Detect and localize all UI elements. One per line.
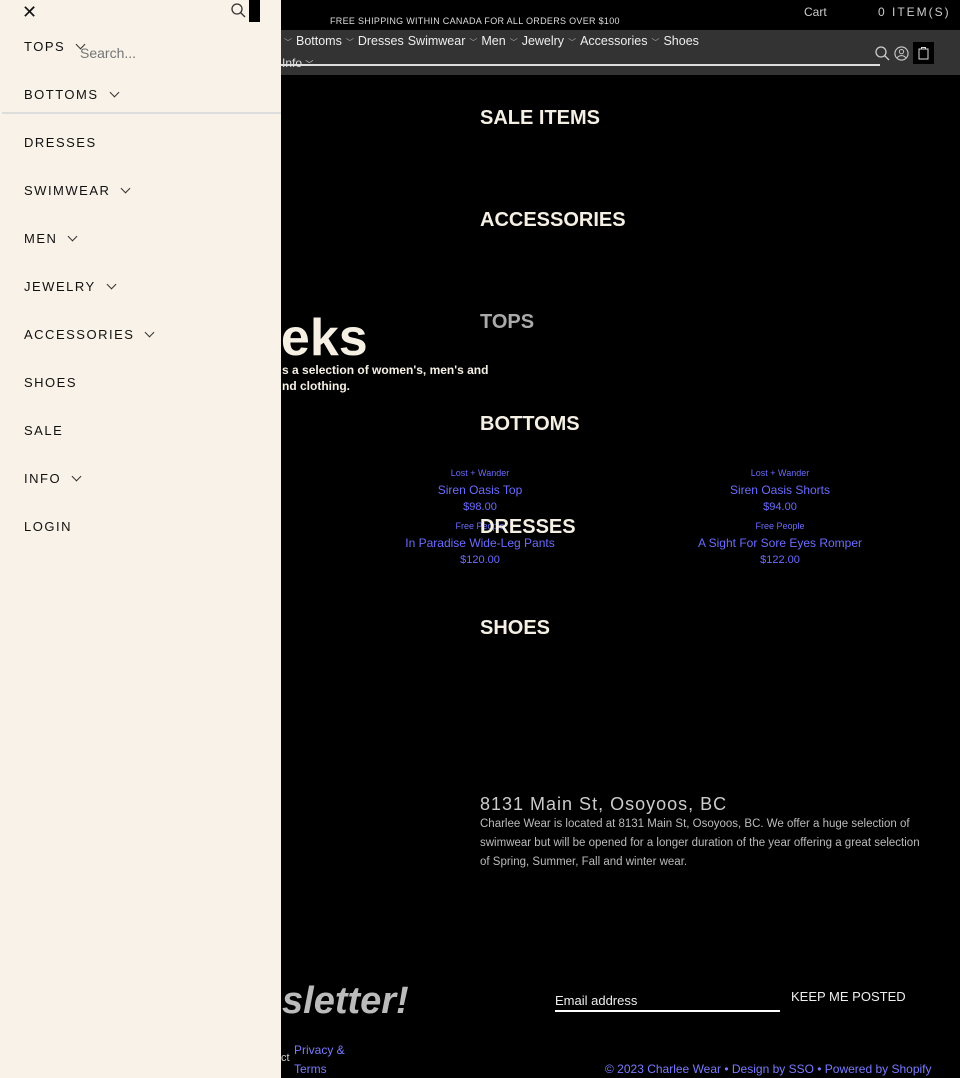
nav-info[interactable]: Info ﹀ — [282, 56, 313, 70]
nav-jewelry[interactable]: Jewelry — [522, 34, 564, 48]
menu-item-label: MEN — [24, 231, 58, 246]
search-icon[interactable] — [230, 2, 246, 23]
divider — [2, 112, 281, 114]
category-bottoms[interactable]: BOTTOMS — [480, 413, 580, 436]
chevron-down-icon: ﹀ — [651, 38, 660, 47]
menu-item-men[interactable]: MEN — [24, 231, 78, 246]
menu-item-login[interactable]: LOGIN — [24, 519, 72, 534]
menu-item-label: ACCESSORIES — [24, 327, 135, 342]
menu-item-label: JEWELRY — [24, 279, 96, 294]
privacy-link[interactable]: Privacy & Terms — [294, 1043, 345, 1076]
nav-accessories[interactable]: Accessories — [580, 34, 647, 48]
product-card[interactable]: Free People A Sight For Sore Eyes Romper $… — [630, 521, 930, 566]
product-vendor: Lost + Wander — [450, 468, 510, 478]
menu-item-accessories[interactable]: ACCESSORIES — [24, 327, 155, 342]
product-card[interactable]: Lost + Wander Siren Oasis Top $98.00 — [330, 468, 630, 513]
chevron-down-icon: ﹀ — [568, 38, 577, 47]
menu-item-label: SALE — [24, 423, 64, 438]
chevron-down-icon: ﹀ — [509, 38, 518, 47]
product-card[interactable]: Lost + Wander Siren Oasis Shorts $94.00 — [630, 468, 930, 513]
promo-banner: FREE SHIPPING WITHIN CANADA FOR ALL ORDE… — [330, 16, 620, 26]
chevron-down-icon[interactable] — [67, 231, 78, 242]
chevron-down-icon[interactable] — [71, 471, 82, 482]
product-price: $122.00 — [760, 554, 800, 566]
nav-shoes[interactable]: Shoes — [663, 34, 698, 48]
hero-text: s a selection of women's, men's and nd cl… — [282, 362, 488, 394]
chevron-down-icon: ﹀ — [469, 38, 478, 47]
close-icon[interactable]: ✕ — [22, 2, 37, 23]
category-sale-items[interactable]: SALE ITEMS — [480, 107, 600, 130]
menu-item-label: SWIMWEAR — [24, 183, 111, 198]
menu-item-shoes[interactable]: SHOES — [24, 375, 77, 390]
nav-bottoms[interactable]: Bottoms — [296, 34, 342, 48]
privacy-line: Terms — [294, 1062, 327, 1076]
chevron-down-icon[interactable] — [106, 279, 117, 290]
footer-link-fragment[interactable]: ct — [281, 1052, 290, 1064]
product-price: $94.00 — [763, 501, 797, 513]
email-field[interactable] — [555, 990, 780, 1012]
category-shoes[interactable]: SHOES — [480, 617, 550, 640]
search-input[interactable] — [80, 45, 280, 61]
text-cursor — [249, 0, 260, 22]
menu-item-label: BOTTOMS — [24, 87, 99, 102]
chevron-down-icon: ﹀ — [284, 38, 292, 47]
privacy-line: Privacy & — [294, 1043, 345, 1057]
bag-icon — [918, 47, 929, 60]
menu-item-tops[interactable]: TOPS — [24, 39, 86, 54]
chevron-down-icon: ﹀ — [345, 38, 354, 47]
menu-item-label: DRESSES — [24, 135, 97, 150]
cart-button[interactable] — [913, 42, 934, 64]
subscribe-button[interactable]: KEEP ME POSTED — [791, 989, 906, 1004]
menu-item-dresses[interactable]: DRESSES — [24, 135, 97, 150]
category-accessories[interactable]: ACCESSORIES — [480, 209, 626, 232]
product-vendor: Free People — [755, 521, 805, 531]
menu-item-bottoms[interactable]: BOTTOMS — [24, 87, 119, 102]
menu-item-jewelry[interactable]: JEWELRY — [24, 279, 117, 294]
product-name[interactable]: Siren Oasis Shorts — [630, 483, 930, 497]
menu-item-swimwear[interactable]: SWIMWEAR — [24, 183, 131, 198]
product-name[interactable]: A Sight For Sore Eyes Romper — [630, 536, 930, 550]
newsletter-title: sletter! — [282, 980, 409, 1022]
chevron-down-icon[interactable] — [109, 87, 119, 98]
nav-dresses[interactable]: Dresses — [358, 34, 404, 48]
menu-item-label: LOGIN — [24, 519, 72, 534]
cart-link[interactable]: Cart — [804, 5, 827, 19]
product-vendor: Lost + Wander — [750, 468, 810, 478]
store-address: 8131 Main St, Osoyoos, BC — [480, 794, 728, 814]
nav-swimwear[interactable]: Swimwear — [408, 34, 466, 48]
nav-info-label: Info — [282, 56, 303, 70]
cart-count[interactable]: 0 ITEM(S) — [878, 5, 951, 19]
main-nav: ﹀ Bottoms ﹀ Dresses Swimwear ﹀ Men ﹀ Jewelry ﹀ Acc… — [284, 34, 703, 48]
product-price: $98.00 — [463, 501, 497, 513]
menu-item-info[interactable]: INFO — [24, 471, 82, 486]
menu-item-label: INFO — [24, 471, 62, 486]
hero-line: nd clothing. — [282, 379, 350, 393]
chevron-down-icon[interactable] — [75, 39, 86, 50]
mobile-menu-drawer: ✕ TOPS BOTTOMS DRESSES SWIMWEAR MEN JEWELRY AC… — [0, 0, 281, 1078]
hero-line: s a selection of women's, men's and — [282, 363, 489, 377]
copyright: © 2023 Charlee Wear • Design by SSO • Po… — [605, 1062, 932, 1076]
category-dresses[interactable]: DRESSES — [480, 516, 576, 539]
product-name[interactable]: Siren Oasis Top — [330, 483, 630, 497]
category-tops[interactable]: TOPS — [480, 311, 534, 334]
menu-item-label: TOPS — [24, 39, 66, 54]
header-icons — [874, 42, 934, 64]
about-text: Charlee Wear is located at 8131 Main St,… — [480, 818, 920, 868]
menu-item-sale[interactable]: SALE — [24, 423, 63, 438]
product-price: $120.00 — [460, 554, 500, 566]
menu-item-label: SHOES — [24, 375, 78, 390]
chevron-down-icon[interactable] — [120, 183, 131, 194]
account-icon[interactable] — [894, 45, 909, 61]
search-icon[interactable] — [874, 45, 890, 61]
nav-men[interactable]: Men — [481, 34, 505, 48]
chevron-down-icon[interactable] — [144, 327, 155, 338]
